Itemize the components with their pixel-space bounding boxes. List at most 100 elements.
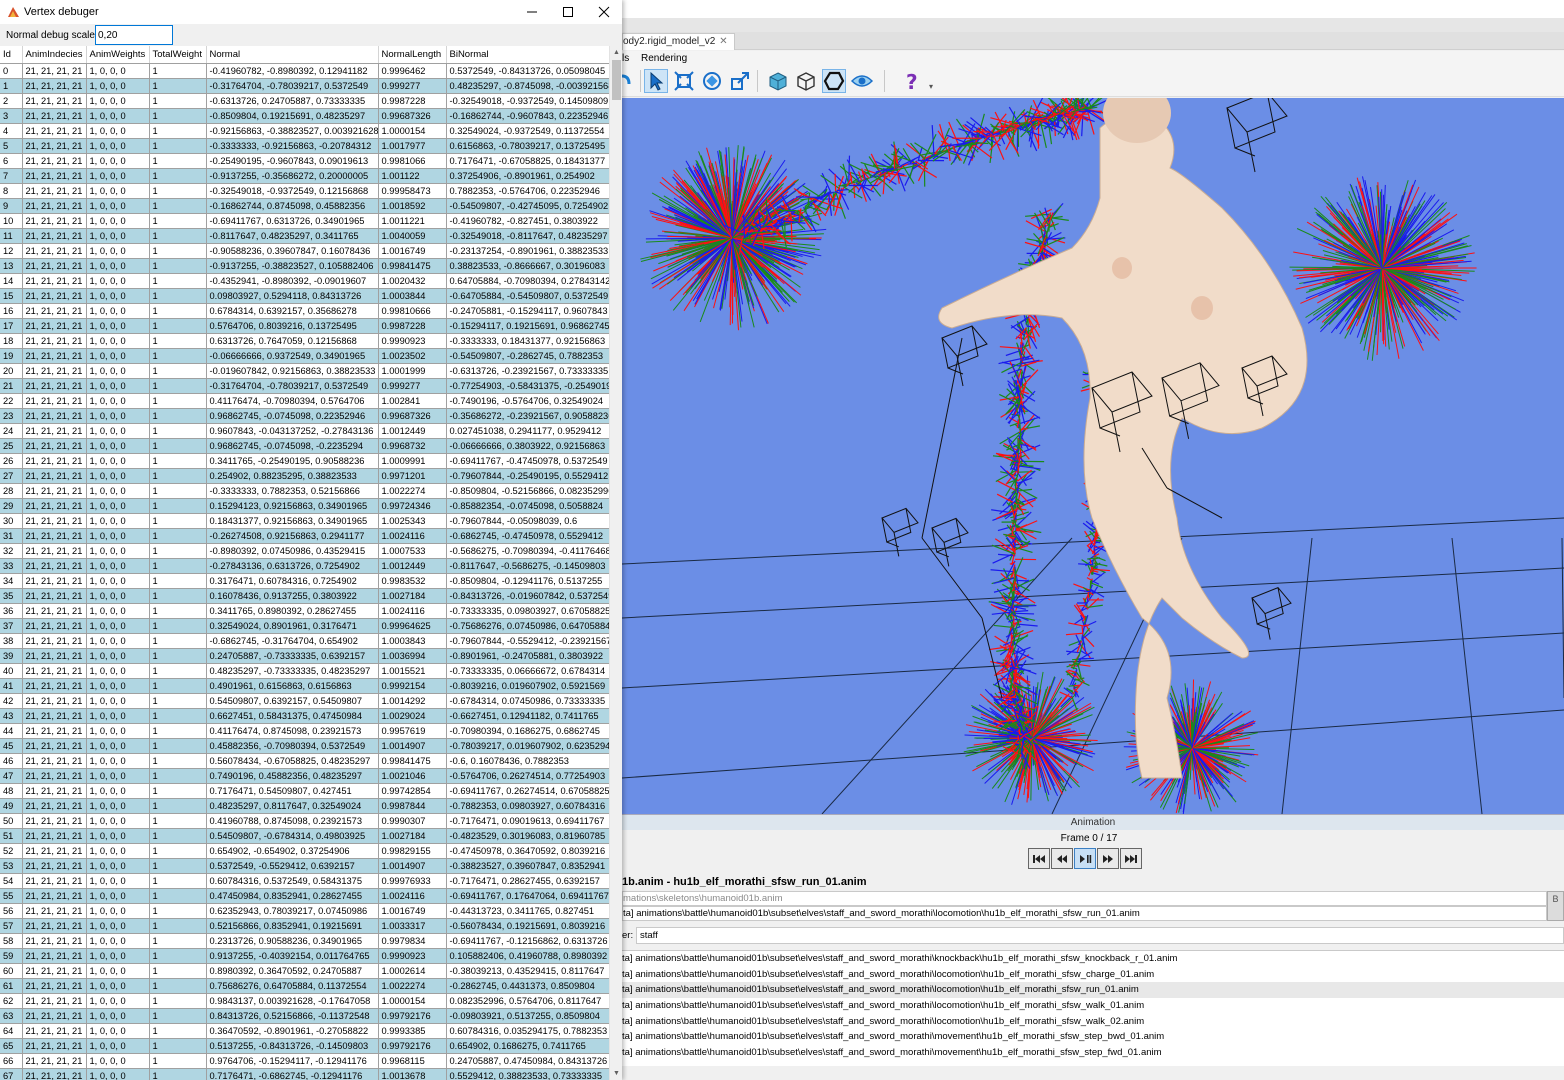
table-row[interactable]: 6 21, 21, 21, 21 1, 0, 0, 0 1 -0.25490195, -… (0, 153, 609, 169)
table-row[interactable]: 3 21, 21, 21, 21 1, 0, 0, 0 1 -0.8509804, 0.… (0, 108, 609, 124)
table-row[interactable]: 21 21, 21, 21, 21 1, 0, 0, 0 1 -0.31764704, … (0, 378, 609, 394)
list-item[interactable]: ta] animations\battle\humanoid01b\subset… (622, 998, 1564, 1014)
table-row[interactable]: 34 21, 21, 21, 21 1, 0, 0, 0 1 0.3176471, 0.… (0, 573, 609, 589)
last-frame-button[interactable] (1120, 848, 1142, 869)
table-row[interactable]: 40 21, 21, 21, 21 1, 0, 0, 0 1 0.48235297, -… (0, 663, 609, 679)
window-titlebar[interactable]: Vertex debuger (0, 0, 622, 24)
table-row[interactable]: 60 21, 21, 21, 21 1, 0, 0, 0 1 0.8980392, 0.… (0, 963, 609, 979)
table-row[interactable]: 35 21, 21, 21, 21 1, 0, 0, 0 1 0.16078436, 0… (0, 588, 609, 604)
vertex-data-grid[interactable]: Id AnimIndecies AnimWeights TotalWeight Norm… (0, 46, 609, 1080)
table-row[interactable]: 1 21, 21, 21, 21 1, 0, 0, 0 1 -0.31764704, -… (0, 78, 609, 94)
table-row[interactable]: 22 21, 21, 21, 21 1, 0, 0, 0 1 0.41176474, -… (0, 393, 609, 409)
table-row[interactable]: 50 21, 21, 21, 21 1, 0, 0, 0 1 0.41960788, 0… (0, 813, 609, 829)
fit-icon[interactable] (672, 69, 696, 93)
table-row[interactable]: 65 21, 21, 21, 21 1, 0, 0, 0 1 0.5137255, -0… (0, 1038, 609, 1054)
table-row[interactable]: 59 21, 21, 21, 21 1, 0, 0, 0 1 0.9137255, -0… (0, 948, 609, 964)
first-frame-button[interactable] (1028, 848, 1050, 869)
table-row[interactable]: 5 21, 21, 21, 21 1, 0, 0, 0 1 -0.3333333, -0… (0, 138, 609, 154)
next-frame-button[interactable] (1097, 848, 1119, 869)
scroll-up-icon[interactable]: ▲ (610, 46, 623, 59)
table-row[interactable]: 64 21, 21, 21, 21 1, 0, 0, 0 1 0.36470592, -… (0, 1023, 609, 1039)
table-row[interactable]: 0 21, 21, 21, 21 1, 0, 0, 0 1 -0.41960782, -… (0, 63, 609, 79)
normal-debug-scale-input[interactable] (95, 25, 173, 45)
table-row[interactable]: 30 21, 21, 21, 21 1, 0, 0, 0 1 0.18431377, 0… (0, 513, 609, 529)
scale-icon[interactable] (728, 69, 752, 93)
table-row[interactable]: 63 21, 21, 21, 21 1, 0, 0, 0 1 0.84313726, 0… (0, 1008, 609, 1024)
table-row[interactable]: 23 21, 21, 21, 21 1, 0, 0, 0 1 0.96862745, -… (0, 408, 609, 424)
table-row[interactable]: 37 21, 21, 21, 21 1, 0, 0, 0 1 0.32549024, 0… (0, 618, 609, 634)
column-header-2[interactable]: AnimWeights (86, 46, 150, 64)
minimize-button[interactable] (514, 0, 550, 24)
table-row[interactable]: 28 21, 21, 21, 21 1, 0, 0, 0 1 -0.3333333, 0… (0, 483, 609, 499)
table-row[interactable]: 31 21, 21, 21, 21 1, 0, 0, 0 1 -0.26274508, … (0, 528, 609, 544)
table-row[interactable]: 67 21, 21, 21, 21 1, 0, 0, 0 1 0.7176471, -0… (0, 1068, 609, 1080)
table-row[interactable]: 10 21, 21, 21, 21 1, 0, 0, 0 1 -0.69411767, … (0, 213, 609, 229)
table-row[interactable]: 41 21, 21, 21, 21 1, 0, 0, 0 1 0.4901961, 0.… (0, 678, 609, 694)
table-row[interactable]: 53 21, 21, 21, 21 1, 0, 0, 0 1 0.5372549, -0… (0, 858, 609, 874)
column-header-5[interactable]: NormalLength (378, 46, 447, 64)
scroll-thumb[interactable] (612, 60, 621, 100)
select-icon[interactable] (644, 69, 668, 93)
list-item[interactable]: ta] animations\battle\humanoid01b\subset… (622, 967, 1564, 983)
filter-input[interactable]: staff (636, 927, 1564, 944)
table-row[interactable]: 61 21, 21, 21, 21 1, 0, 0, 0 1 0.75686276, 0… (0, 978, 609, 994)
close-button[interactable] (586, 0, 622, 24)
table-row[interactable]: 12 21, 21, 21, 21 1, 0, 0, 0 1 -0.90588236, … (0, 243, 609, 259)
eye-icon[interactable] (850, 69, 874, 93)
menu-rendering[interactable]: Rendering (641, 53, 687, 64)
close-icon[interactable]: ✕ (719, 36, 727, 47)
table-row[interactable]: 18 21, 21, 21, 21 1, 0, 0, 0 1 0.6313726, 0.… (0, 333, 609, 349)
table-row[interactable]: 58 21, 21, 21, 21 1, 0, 0, 0 1 0.2313726, 0.… (0, 933, 609, 949)
menu-tools[interactable]: ls (622, 53, 629, 64)
column-header-0[interactable]: Id (0, 46, 23, 64)
table-row[interactable]: 49 21, 21, 21, 21 1, 0, 0, 0 1 0.48235297, 0… (0, 798, 609, 814)
column-header-3[interactable]: TotalWeight (149, 46, 207, 64)
column-header-6[interactable]: BiNormal (446, 46, 609, 64)
table-row[interactable]: 66 21, 21, 21, 21 1, 0, 0, 0 1 0.9764706, -0… (0, 1053, 609, 1069)
table-row[interactable]: 16 21, 21, 21, 21 1, 0, 0, 0 1 0.6784314, 0.… (0, 303, 609, 319)
list-item[interactable]: ta] animations\battle\humanoid01b\subset… (622, 1014, 1564, 1030)
list-item[interactable]: ta] animations\battle\humanoid01b\subset… (622, 982, 1564, 999)
table-row[interactable]: 9 21, 21, 21, 21 1, 0, 0, 0 1 -0.16862744, 0… (0, 198, 609, 214)
outline-icon[interactable] (822, 69, 846, 93)
document-tab[interactable]: ody2.rigid_model_v2 ✕ (622, 33, 735, 50)
table-row[interactable]: 13 21, 21, 21, 21 1, 0, 0, 0 1 -0.9137255, -… (0, 258, 609, 274)
table-row[interactable]: 48 21, 21, 21, 21 1, 0, 0, 0 1 0.7176471, 0.… (0, 783, 609, 799)
table-row[interactable]: 27 21, 21, 21, 21 1, 0, 0, 0 1 0.254902, 0.8… (0, 468, 609, 484)
list-item[interactable]: ta] animations\battle\humanoid01b\subset… (622, 951, 1564, 967)
table-row[interactable]: 56 21, 21, 21, 21 1, 0, 0, 0 1 0.62352943, 0… (0, 903, 609, 919)
table-row[interactable]: 43 21, 21, 21, 21 1, 0, 0, 0 1 0.6627451, 0.… (0, 708, 609, 724)
toolbar-overflow-icon[interactable]: ▾ (929, 82, 933, 91)
help-icon[interactable]: ? (900, 69, 924, 93)
table-row[interactable]: 38 21, 21, 21, 21 1, 0, 0, 0 1 -0.6862745, -… (0, 633, 609, 649)
table-row[interactable]: 26 21, 21, 21, 21 1, 0, 0, 0 1 0.3411765, -0… (0, 453, 609, 469)
table-row[interactable]: 54 21, 21, 21, 21 1, 0, 0, 0 1 0.60784316, 0… (0, 873, 609, 889)
table-row[interactable]: 36 21, 21, 21, 21 1, 0, 0, 0 1 0.3411765, 0.… (0, 603, 609, 619)
skeleton-path-field[interactable]: mations\skeletons\humanoid01b.anim (622, 891, 1547, 906)
scroll-down-icon[interactable]: ▼ (610, 1067, 623, 1080)
table-row[interactable]: 57 21, 21, 21, 21 1, 0, 0, 0 1 0.52156866, 0… (0, 918, 609, 934)
table-row[interactable]: 51 21, 21, 21, 21 1, 0, 0, 0 1 0.54509807, -… (0, 828, 609, 844)
table-row[interactable]: 11 21, 21, 21, 21 1, 0, 0, 0 1 -0.8117647, 0… (0, 228, 609, 244)
table-row[interactable]: 46 21, 21, 21, 21 1, 0, 0, 0 1 0.56078434, -… (0, 753, 609, 769)
rotate-icon[interactable] (700, 69, 724, 93)
vertical-scrollbar[interactable]: ▲ ▼ (609, 46, 622, 1080)
table-row[interactable]: 52 21, 21, 21, 21 1, 0, 0, 0 1 0.654902, -0.… (0, 843, 609, 859)
table-row[interactable]: 62 21, 21, 21, 21 1, 0, 0, 0 1 0.9843137, 0.… (0, 993, 609, 1009)
table-row[interactable]: 15 21, 21, 21, 21 1, 0, 0, 0 1 0.09803927, 0… (0, 288, 609, 304)
table-row[interactable]: 14 21, 21, 21, 21 1, 0, 0, 0 1 -0.4352941, -… (0, 273, 609, 289)
table-row[interactable]: 45 21, 21, 21, 21 1, 0, 0, 0 1 0.45882356, -… (0, 738, 609, 754)
solid-cube-icon[interactable] (766, 69, 790, 93)
current-animation-field[interactable]: ta] animations\battle\humanoid01b\subset… (622, 906, 1547, 921)
play-pause-button[interactable] (1074, 848, 1096, 869)
table-row[interactable]: 2 21, 21, 21, 21 1, 0, 0, 0 1 -0.6313726, 0.… (0, 93, 609, 109)
table-row[interactable]: 55 21, 21, 21, 21 1, 0, 0, 0 1 0.47450984, 0… (0, 888, 609, 904)
list-item[interactable]: ta] animations\battle\humanoid01b\subset… (622, 1045, 1564, 1061)
table-row[interactable]: 17 21, 21, 21, 21 1, 0, 0, 0 1 0.5764706, 0.… (0, 318, 609, 334)
table-row[interactable]: 20 21, 21, 21, 21 1, 0, 0, 0 1 -0.019607842,… (0, 363, 609, 379)
maximize-button[interactable] (550, 0, 586, 24)
table-row[interactable]: 44 21, 21, 21, 21 1, 0, 0, 0 1 0.41176474, 0… (0, 723, 609, 739)
column-header-1[interactable]: AnimIndecies (22, 46, 87, 64)
table-row[interactable]: 24 21, 21, 21, 21 1, 0, 0, 0 1 0.9607843, -0… (0, 423, 609, 439)
browse-button[interactable]: B (1547, 891, 1564, 921)
